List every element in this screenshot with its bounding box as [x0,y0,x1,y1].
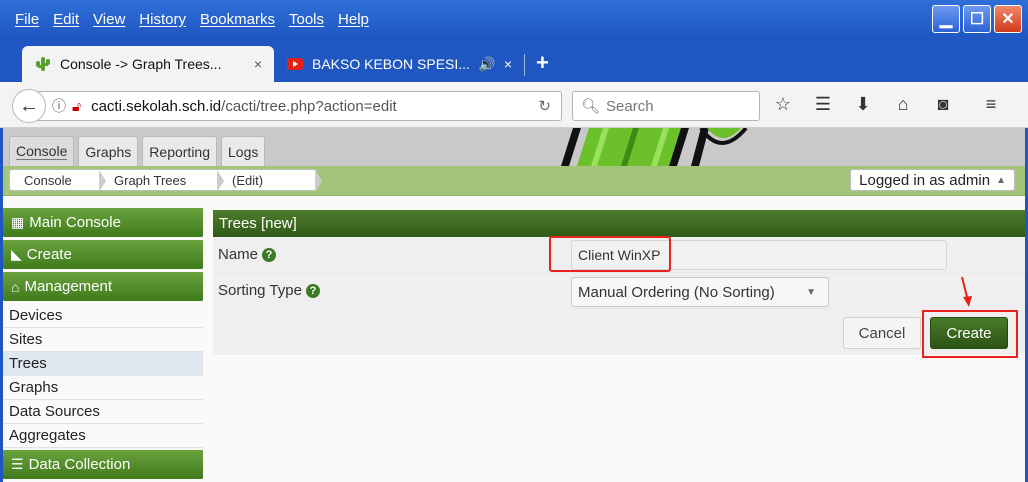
sidebar-management[interactable]: ⌂ Management [3,272,203,301]
sidebar-label: Main Console [29,214,121,231]
youtube-icon [287,58,303,70]
breadcrumb-bar: Console Graph Trees (Edit) Logged in as … [3,166,1025,196]
tab-console[interactable]: Console [9,136,75,166]
search-input[interactable]: 🔍︎ Search [572,91,760,121]
home-icon: ⌂ [11,278,20,295]
logged-in-menu[interactable]: Logged in as admin ▲ [850,169,1015,191]
panel-title: Trees [new] [213,210,1025,237]
bookmark-star-icon[interactable]: ☆ [772,94,794,115]
tab-youtube[interactable]: BAKSO KEBON SPESI... 🔊 × [282,46,520,82]
navigation-bar: ⓘ 🔓︎ cacti.sekolah.sch.id/cacti/tree.php… [0,82,1028,128]
sidebar-main-console[interactable]: ▦ Main Console [3,208,203,237]
sidebar-item-sites[interactable]: Sites [3,328,203,352]
breadcrumb-edit: (Edit) [218,170,322,192]
name-input[interactable] [571,240,947,270]
sidebar-item-devices[interactable]: Devices [3,304,203,328]
insecure-lock-icon[interactable]: 🔓︎ [72,98,81,115]
cactus-banner-art [561,128,748,166]
chart-icon: ◣ [11,246,22,262]
toolbar-icons: ☆ ☰ ⬇ ⌂ ◙ ≡ [772,94,1002,115]
sorting-row: Sorting Type? Manual Ordering (No Sortin… [213,273,1025,309]
caret-up-icon: ▲ [996,174,1006,186]
menu-file[interactable]: File [8,11,46,28]
search-icon: 🔍︎ [581,98,601,115]
sidebar-item-data-sources[interactable]: Data Sources [3,400,203,424]
sidebar-item-trees[interactable]: Trees [3,352,203,376]
sorting-label: Sorting Type? [218,282,320,299]
sidebar-create[interactable]: ◣ Create [3,240,203,269]
home-icon[interactable]: ⌂ [892,94,914,115]
url-bar[interactable]: ⓘ 🔓︎ cacti.sekolah.sch.id/cacti/tree.php… [28,91,562,121]
sidebar-item-graphs[interactable]: Graphs [3,376,203,400]
cancel-button[interactable]: Cancel [843,317,921,349]
pocket-icon[interactable]: ◙ [932,94,954,115]
close-tab-icon[interactable]: × [254,56,262,72]
breadcrumb-console[interactable]: Console [10,170,106,192]
chevron-down-icon: ▼ [806,286,816,298]
help-icon[interactable]: ? [305,284,320,299]
tab-strip: Console -> Graph Trees... × BAKSO KEBON … [0,42,1028,82]
tab-graphs[interactable]: Graphs [78,136,139,166]
menu-view[interactable]: View [86,11,132,28]
logged-in-label: Logged in as admin [859,171,991,189]
menu-help[interactable]: Help [331,11,376,28]
tab-reporting[interactable]: Reporting [142,136,217,166]
back-arrow-icon: ← [19,94,39,117]
tab-cacti-console[interactable]: Console -> Graph Trees... × [22,46,274,82]
window-controls: ▁ ☐ ✕ [932,5,1022,33]
cacti-header: Console Graphs Reporting Logs [3,128,1025,166]
form-actions: Cancel Create [213,276,1025,358]
sorting-value: Manual Ordering (No Sorting) [578,283,775,301]
sidebar-data-collection[interactable]: ☰ Data Collection [3,450,203,479]
page-content: Console Graphs Reporting Logs Console Gr… [3,128,1025,482]
sidebar-item-aggregates[interactable]: Aggregates [3,424,203,448]
menu-bar: File Edit View History Bookmarks Tools H… [0,0,1028,38]
hamburger-menu-icon[interactable]: ≡ [980,94,1002,115]
info-icon[interactable]: ⓘ [52,96,66,116]
new-tab-button[interactable]: + [536,50,549,76]
menu-bookmarks[interactable]: Bookmarks [193,11,282,28]
tab-label: BAKSO KEBON SPESI... [312,56,470,72]
sidebar-label: Create [26,246,72,263]
create-button[interactable]: Create [930,317,1008,349]
breadcrumb-graph-trees[interactable]: Graph Trees [100,170,224,192]
download-icon[interactable]: ⬇ [852,94,874,115]
tree-form-panel: Trees [new] Name? Sorting Type? Manual O… [213,210,1025,358]
back-button[interactable]: ← [12,89,46,123]
url-path: /cacti/tree.php?action=edit [221,97,397,115]
cacti-tabs: Console Graphs Reporting Logs [9,136,266,166]
close-tab-icon[interactable]: × [504,56,512,72]
close-button[interactable]: ✕ [994,5,1022,33]
map-icon: ▦ [11,214,25,230]
minimize-button[interactable]: ▁ [932,5,960,33]
help-icon[interactable]: ? [262,248,277,263]
audio-icon[interactable]: 🔊 [478,56,495,73]
reload-icon[interactable]: ↻ [538,97,551,115]
sorting-type-select[interactable]: Manual Ordering (No Sorting) ▼ [571,277,829,307]
reader-list-icon[interactable]: ☰ [812,94,834,115]
sidebar-label: Management [24,278,113,295]
name-label: Name? [218,246,277,263]
sidebar: ▦ Main Console ◣ Create ⌂ Management Dev… [3,208,203,482]
url-host: cacti.sekolah.sch.id [91,97,222,115]
database-icon: ☰ [11,456,24,472]
menu-edit[interactable]: Edit [46,11,86,28]
browser-window: File Edit View History Bookmarks Tools H… [0,0,1028,482]
sidebar-label: Data Collection [28,456,131,473]
menu-history[interactable]: History [132,11,193,28]
menu-tools[interactable]: Tools [282,11,331,28]
breadcrumb: Console Graph Trees (Edit) [9,169,322,192]
cactus-icon [36,57,50,71]
tab-separator [524,54,525,76]
search-placeholder: Search [606,97,654,115]
maximize-button[interactable]: ☐ [963,5,991,33]
tab-logs[interactable]: Logs [221,136,266,166]
tab-label: Console -> Graph Trees... [60,56,222,72]
name-row: Name? [213,236,1025,273]
